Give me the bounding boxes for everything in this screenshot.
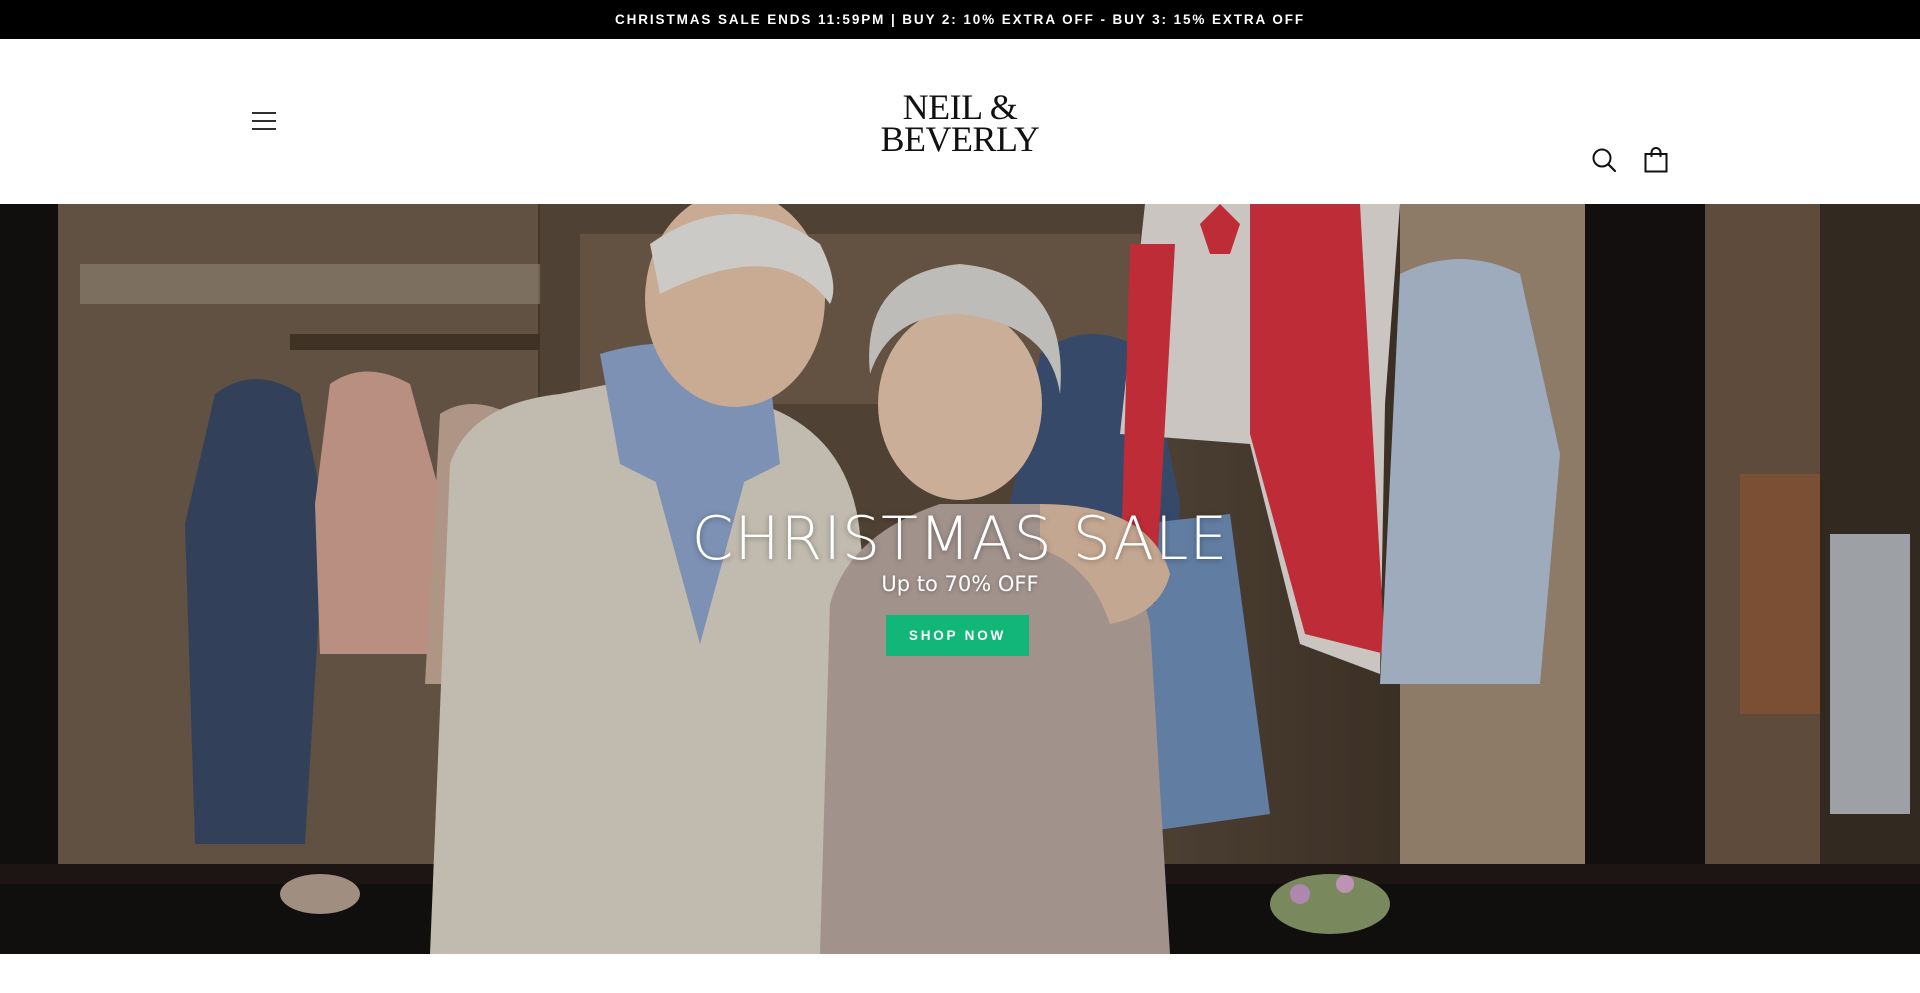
menu-button[interactable] — [248, 105, 280, 137]
site-header: NEIL & BEVERLY — [0, 39, 1920, 204]
hamburger-menu-icon — [252, 112, 276, 130]
search-icon — [1592, 148, 1617, 173]
logo-line-2: BEVERLY — [880, 119, 1040, 159]
hero-banner: CHRISTMAS SALE Up to 70% OFF SHOP NOW — [0, 204, 1920, 954]
hero-subtitle: Up to 70% OFF — [881, 572, 1039, 596]
hero-title: CHRISTMAS SALE — [691, 504, 1229, 574]
shopping-bag-icon — [1644, 147, 1668, 173]
site-logo[interactable]: NEIL & BEVERLY — [860, 83, 1060, 163]
cart-button[interactable] — [1641, 144, 1671, 176]
announcement-bar: CHRISTMAS SALE ENDS 11:59PM | BUY 2: 10%… — [0, 0, 1920, 39]
announcement-text: CHRISTMAS SALE ENDS 11:59PM | BUY 2: 10%… — [614, 12, 1306, 27]
shop-now-button[interactable]: SHOP NOW — [886, 615, 1029, 656]
search-button[interactable] — [1589, 145, 1619, 175]
